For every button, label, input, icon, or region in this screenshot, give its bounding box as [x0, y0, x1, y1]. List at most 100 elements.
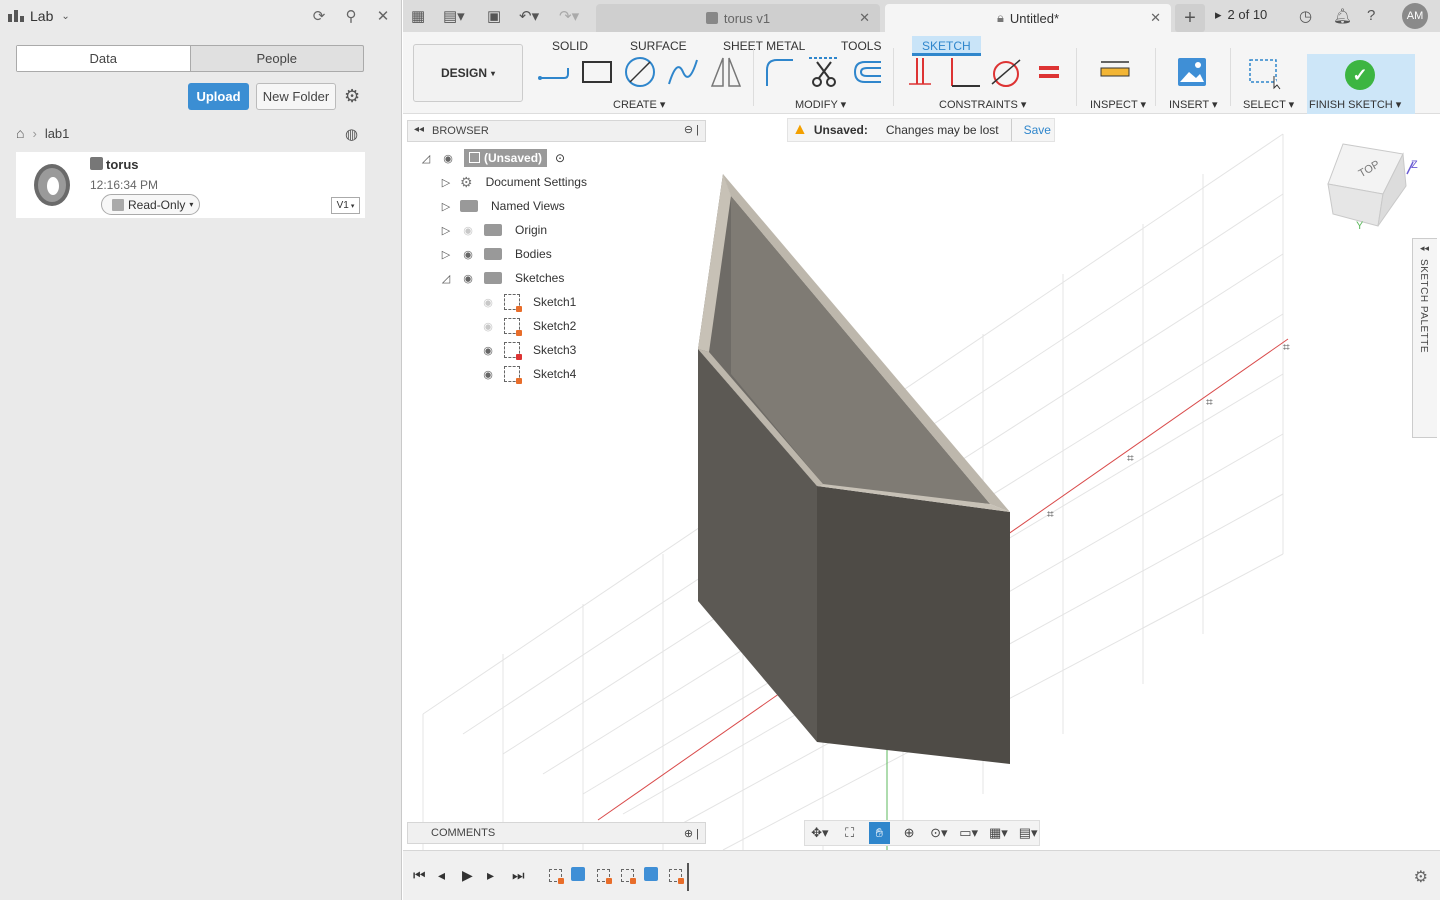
refresh-icon[interactable]: ⟳ — [309, 7, 329, 25]
tree-item-sketch2[interactable]: ◉ Sketch2 — [480, 315, 582, 337]
finish-sketch-menu[interactable]: FINISH SKETCH ▾ — [1309, 98, 1401, 111]
insert-menu[interactable]: INSERT ▾ — [1169, 98, 1218, 111]
zoom-icon[interactable]: ⊕ — [898, 822, 920, 844]
constraint-marker[interactable]: ⌗ — [1283, 340, 1290, 354]
new-folder-button[interactable]: New Folder — [256, 83, 336, 110]
pan-icon[interactable]: ✋︎ — [868, 822, 891, 844]
save-icon[interactable]: ▣ — [487, 7, 501, 25]
go-to-end-icon[interactable]: ⏭ — [512, 867, 525, 884]
step-forward-icon[interactable]: ▸ — [487, 867, 494, 884]
home-icon[interactable]: ⌂ — [16, 125, 24, 141]
create-menu[interactable]: CREATE ▾ — [613, 98, 665, 111]
version-dropdown[interactable]: V1 ▾ — [331, 197, 360, 214]
look-at-icon[interactable]: ⛶ — [839, 822, 861, 844]
constraint-marker[interactable]: ⌗ — [1047, 507, 1054, 521]
timeline-sketch-icon[interactable] — [549, 869, 564, 884]
perpendicular-constraint-icon[interactable] — [946, 54, 982, 90]
help-icon[interactable]: ? — [1367, 7, 1375, 24]
expand-arrow-icon[interactable]: ▷ — [440, 176, 452, 189]
constraint-marker[interactable]: ⌗ — [1127, 451, 1134, 465]
undo-icon[interactable]: ↶▾ — [519, 7, 539, 25]
collapse-arrow-icon[interactable]: ◿ — [440, 272, 452, 285]
view-cube[interactable]: TOP Z Y — [1327, 143, 1418, 232]
eye-icon[interactable]: ◉ — [480, 368, 496, 381]
tree-item-sketches[interactable]: ◿ ◉ Sketches — [440, 267, 570, 289]
grid-menu-icon[interactable]: ▦ — [411, 7, 425, 25]
timeline-extrude-icon[interactable] — [571, 867, 585, 881]
finish-sketch-button[interactable]: ✓ FINISH SKETCH ▾ — [1307, 54, 1415, 114]
tab-sheet-metal[interactable]: SHEET METAL — [723, 36, 805, 56]
spline-tool-icon[interactable] — [665, 54, 701, 90]
file-name[interactable]: torus — [106, 157, 139, 172]
tree-item-sketch4[interactable]: ◉ Sketch4 — [480, 363, 582, 385]
apps-icon[interactable] — [8, 10, 24, 22]
workspace-dropdown[interactable]: DESIGN ▾ — [413, 44, 523, 102]
eye-icon[interactable]: ◉ — [480, 344, 496, 357]
trim-tool-icon[interactable] — [805, 54, 841, 90]
display-settings-icon[interactable]: ▭▾ — [958, 822, 980, 844]
tree-item-origin[interactable]: ▷ ◉ Origin — [440, 219, 553, 241]
timeline-sketch-icon[interactable] — [597, 869, 612, 884]
mirror-tool-icon[interactable] — [708, 54, 744, 90]
constraints-menu[interactable]: CONSTRAINTS ▾ — [939, 98, 1026, 111]
chevron-down-icon[interactable]: ⌄ — [61, 11, 69, 22]
search-icon[interactable]: ⚲ — [341, 7, 361, 25]
notification-bell-icon[interactable]: 🔔︎ — [1333, 7, 1352, 25]
close-icon[interactable]: ✕ — [373, 7, 393, 25]
viewport-canvas[interactable]: ⌗ ⌗ ⌗ ⌗ TOP Z Y — [403, 114, 1440, 850]
timeline-sketch-icon[interactable] — [621, 869, 636, 884]
document-pager[interactable]: ▸ 2 of 10 — [1215, 7, 1267, 23]
eye-icon[interactable]: ◉ — [460, 248, 476, 261]
tab-untitled[interactable]: 🔒︎ Untitled* ✕ — [885, 4, 1171, 32]
file-menu-icon[interactable]: ▤▾ — [443, 7, 465, 25]
gear-icon[interactable]: ⚙ — [1414, 867, 1428, 887]
tab-people[interactable]: People — [191, 46, 364, 71]
eye-hidden-icon[interactable]: ◉ — [480, 320, 496, 333]
clock-icon[interactable]: ◷ — [1299, 7, 1312, 25]
fillet-tool-icon[interactable] — [761, 54, 797, 90]
expand-arrow-icon[interactable]: ▷ — [440, 224, 452, 237]
expand-arrow-icon[interactable]: ▷ — [440, 248, 452, 261]
body-right-face[interactable] — [817, 486, 1010, 764]
tab-surface[interactable]: SURFACE — [630, 36, 687, 56]
globe-icon[interactable]: ◍ — [345, 125, 358, 143]
select-menu[interactable]: SELECT ▾ — [1243, 98, 1294, 111]
tab-tools[interactable]: TOOLS — [841, 36, 881, 56]
gear-icon[interactable]: ⚙ — [344, 86, 360, 107]
select-box-icon[interactable] — [1246, 54, 1282, 90]
grid-settings-icon[interactable]: ▦▾ — [988, 822, 1010, 844]
eye-hidden-icon[interactable]: ◉ — [480, 296, 496, 309]
activate-radio-icon[interactable]: ⊙ — [555, 151, 565, 165]
timeline-extrude-icon[interactable] — [644, 867, 658, 881]
line-tool-icon[interactable] — [536, 54, 572, 90]
timeline-sketch-icon[interactable] — [669, 869, 684, 884]
offset-tool-icon[interactable] — [849, 54, 885, 90]
fit-icon[interactable]: ⊙▾ — [928, 822, 950, 844]
eye-icon[interactable]: ◉ — [440, 152, 456, 165]
tree-item-document-settings[interactable]: ▷ ⚙ Document Settings — [440, 171, 592, 193]
breadcrumb-folder[interactable]: lab1 — [45, 126, 70, 141]
coincident-constraint-icon[interactable] — [903, 54, 939, 90]
tree-root[interactable]: ◿ ◉ (Unsaved) ⊙ — [420, 147, 565, 169]
tree-item-sketch3[interactable]: ◉ Sketch3 — [480, 339, 582, 361]
constraint-marker[interactable]: ⌗ — [1206, 395, 1213, 409]
save-link[interactable]: Save — [1024, 123, 1051, 137]
expand-palette-icon[interactable]: ◂◂ — [1420, 243, 1429, 254]
tab-sketch[interactable]: SKETCH — [912, 36, 981, 56]
new-tab-button[interactable]: + — [1175, 4, 1205, 32]
eye-icon[interactable]: ◉ — [460, 272, 476, 285]
comments-panel-header[interactable]: COMMENTS ⊕ | — [407, 822, 706, 844]
sketch-palette-tab[interactable]: ◂◂ SKETCH PALETTE — [1412, 238, 1437, 438]
timeline-marker[interactable] — [687, 863, 689, 891]
modify-menu[interactable]: MODIFY ▾ — [795, 98, 846, 111]
tab-data[interactable]: Data — [17, 46, 191, 71]
project-name[interactable]: Lab — [30, 8, 53, 24]
inspect-menu[interactable]: INSPECT ▾ — [1090, 98, 1146, 111]
viewports-icon[interactable]: ▤▾ — [1017, 822, 1039, 844]
redo-icon[interactable]: ↷▾ — [559, 7, 579, 25]
file-card[interactable]: torus 12:16:34 PM Read-Only ▾ V1 ▾ — [16, 152, 365, 218]
rectangle-tool-icon[interactable] — [579, 54, 615, 90]
browser-options-icon[interactable]: ⊖ | — [684, 123, 699, 136]
add-comment-icon[interactable]: ⊕ | — [684, 827, 699, 840]
measure-tool-icon[interactable] — [1097, 54, 1133, 90]
